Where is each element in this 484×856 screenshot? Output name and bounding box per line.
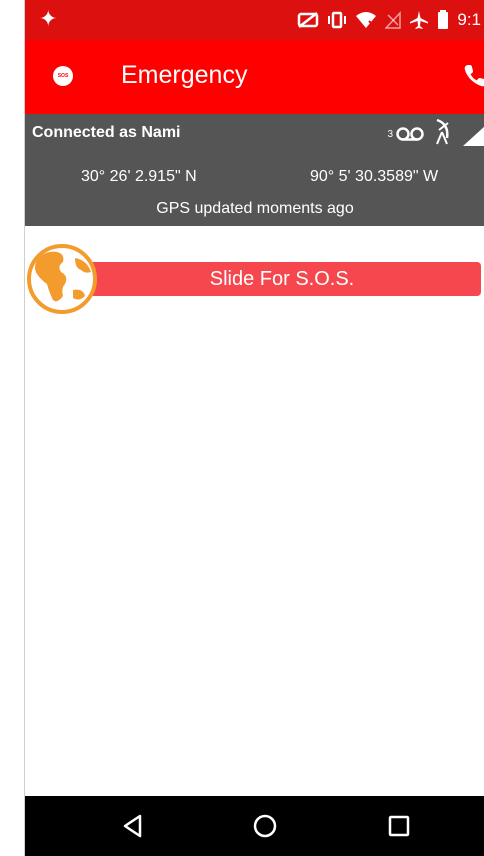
recents-icon[interactable] — [385, 812, 413, 840]
latitude-value: 30° 26' 2.915" N — [81, 168, 197, 185]
no-signal-icon — [385, 11, 402, 29]
battery-icon — [438, 10, 449, 29]
home-icon[interactable] — [251, 812, 279, 840]
sparkle-icon: ✦ — [39, 6, 58, 31]
phone-screen: ✦ 9:1 SOS Emergency Connected as Nami 3 … — [24, 0, 484, 856]
signal-icon — [463, 126, 484, 146]
sos-slider-track[interactable]: Slide For S.O.S. — [61, 262, 481, 296]
satellite-dish-icon[interactable] — [431, 116, 455, 150]
clock: 9:1 — [457, 10, 481, 29]
airplane-icon — [410, 11, 429, 29]
gps-status: GPS updated moments ago — [156, 200, 354, 217]
voicemail-icon[interactable] — [395, 116, 425, 150]
page-title: Emergency — [121, 61, 248, 89]
status-icons: 9:1 — [297, 10, 481, 30]
app-bar: SOS Emergency — [25, 40, 484, 114]
navigation-bar — [25, 796, 484, 856]
back-icon[interactable] — [119, 812, 147, 840]
connection-panel: Connected as Nami 3 30° 26' 2.915" N 90°… — [25, 114, 484, 226]
vibrate-icon — [328, 11, 347, 29]
longitude-value: 90° 5' 30.3589" W — [310, 168, 439, 185]
globe-icon[interactable] — [27, 240, 97, 318]
wifi-off-icon — [356, 12, 377, 28]
info-icons: 3 — [387, 116, 484, 150]
connection-status: Connected as Nami — [32, 124, 181, 141]
voicemail-count: 3 — [387, 129, 393, 140]
phone-icon[interactable] — [461, 62, 484, 90]
status-bar: ✦ 9:1 — [25, 0, 484, 40]
sos-badge-icon[interactable]: SOS — [53, 66, 73, 86]
no-sync-icon — [298, 12, 319, 28]
